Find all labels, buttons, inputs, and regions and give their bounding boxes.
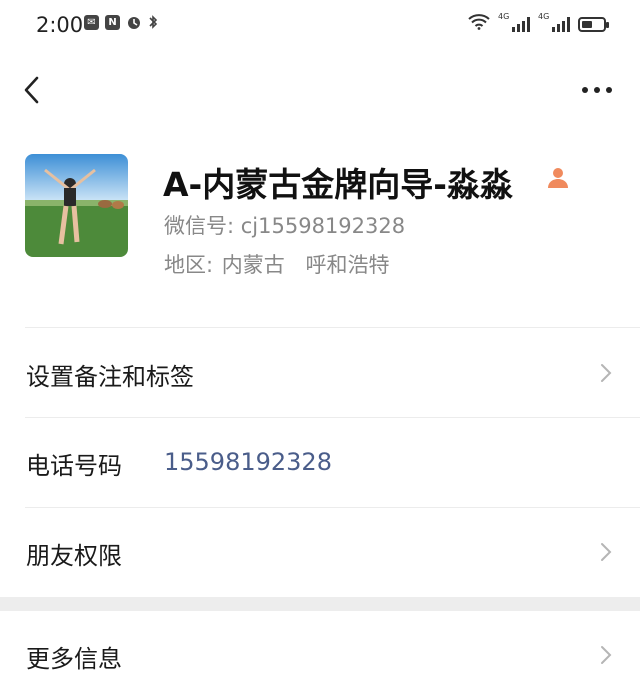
row-remarks-tags[interactable]: 设置备注和标签 bbox=[0, 329, 640, 417]
wifi-icon bbox=[468, 14, 490, 34]
profile-header: A-内蒙古金牌向导-淼淼 微信号: cj15598192328 地区: 内蒙古 … bbox=[0, 140, 640, 310]
wechat-id-label: 微信号: bbox=[164, 214, 235, 238]
message-icon: ✉ bbox=[84, 14, 99, 30]
wechat-id-value: cj15598192328 bbox=[240, 214, 406, 238]
nfc-icon: N bbox=[105, 14, 120, 30]
row-label: 设置备注和标签 bbox=[26, 363, 194, 391]
row-label: 更多信息 bbox=[26, 645, 122, 673]
chevron-right-icon bbox=[601, 543, 612, 561]
more-dots-icon bbox=[582, 87, 612, 93]
row-more-info[interactable]: 更多信息 bbox=[0, 611, 640, 699]
chevron-left-icon bbox=[24, 76, 39, 104]
bluetooth-icon bbox=[148, 14, 158, 30]
more-button[interactable] bbox=[580, 74, 614, 106]
alarm-icon bbox=[126, 14, 142, 30]
contact-name: A-内蒙古金牌向导-淼淼 bbox=[163, 165, 513, 204]
status-icons-right: 4G 4G bbox=[468, 12, 609, 34]
network-type-2: 4G bbox=[538, 12, 550, 21]
chevron-right-icon bbox=[601, 646, 612, 664]
row-phone: 电话号码 15598192328 bbox=[0, 418, 640, 506]
avatar[interactable] bbox=[25, 154, 128, 257]
city-value: 呼和浩特 bbox=[305, 253, 390, 277]
status-icons-left: ✉ N bbox=[84, 14, 158, 30]
status-bar: 2:00 ✉ N 4G 4G bbox=[0, 0, 640, 52]
battery-icon bbox=[578, 16, 609, 32]
region: 地区: 内蒙古 呼和浩特 bbox=[164, 249, 389, 279]
network-type-1: 4G bbox=[498, 12, 510, 21]
status-time: 2:00 bbox=[36, 13, 84, 37]
back-button[interactable] bbox=[18, 74, 48, 106]
region-value: 内蒙古 bbox=[221, 253, 285, 277]
row-label: 朋友权限 bbox=[26, 542, 122, 570]
divider bbox=[25, 327, 640, 328]
person-icon bbox=[546, 165, 570, 189]
section-gap bbox=[0, 597, 640, 611]
wechat-id: 微信号: cj15598192328 bbox=[164, 210, 405, 240]
signal-4g-icon: 4G bbox=[538, 12, 570, 32]
row-label: 电话号码 bbox=[26, 452, 122, 480]
chevron-right-icon bbox=[601, 364, 612, 382]
signal-4g-icon: 4G bbox=[498, 12, 530, 32]
region-label: 地区: bbox=[164, 253, 214, 277]
nav-bar bbox=[0, 62, 640, 118]
row-friend-permissions[interactable]: 朋友权限 bbox=[0, 508, 640, 596]
phone-number-link[interactable]: 15598192328 bbox=[164, 448, 332, 476]
